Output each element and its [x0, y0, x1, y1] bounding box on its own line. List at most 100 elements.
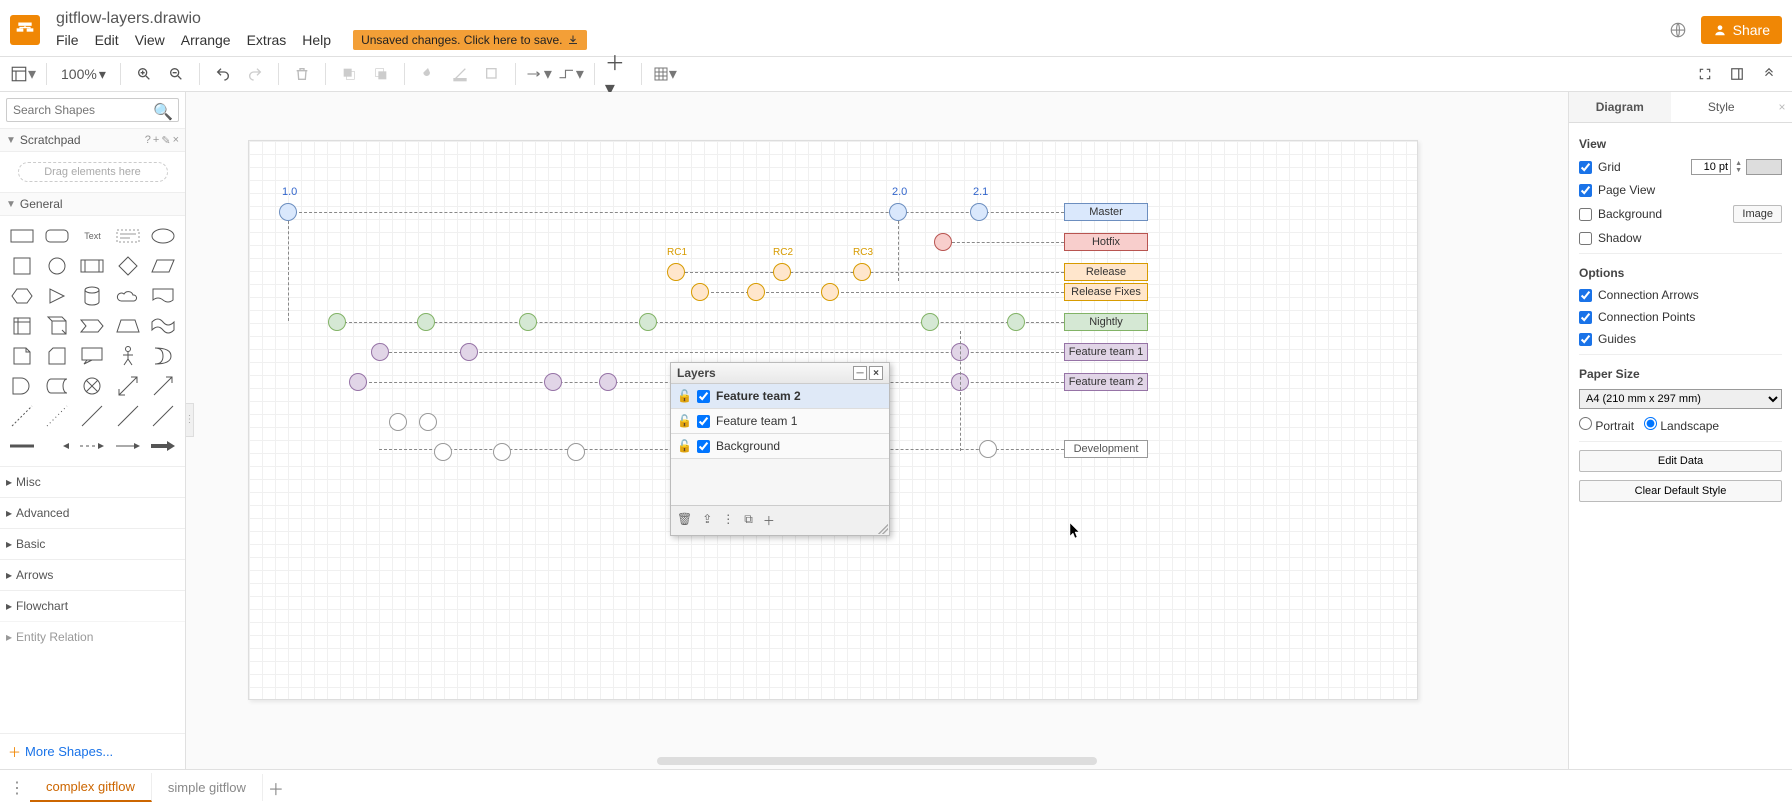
collapse-icon[interactable]: [1756, 61, 1782, 87]
grid-down-icon[interactable]: ▼: [1735, 167, 1742, 174]
node-master-2[interactable]: [889, 203, 907, 221]
node-night-6[interactable]: [1007, 313, 1025, 331]
page-options-icon[interactable]: ⋮: [4, 775, 30, 801]
table-icon[interactable]: ▾: [652, 61, 678, 87]
lock-icon[interactable]: 🔓: [677, 414, 691, 428]
shape-line2[interactable]: [112, 404, 143, 428]
shape-connector-thin[interactable]: [41, 434, 72, 458]
filename[interactable]: gitflow-layers.drawio: [56, 10, 1669, 28]
unsaved-banner[interactable]: Unsaved changes. Click here to save.: [353, 30, 586, 50]
shape-document[interactable]: [148, 284, 179, 308]
layer-more-icon[interactable]: ⋮: [722, 512, 734, 529]
cat-misc[interactable]: ▸Misc: [0, 466, 185, 497]
shape-cylinder[interactable]: [77, 284, 108, 308]
help-icon[interactable]: ?: [145, 134, 151, 147]
background-checkbox[interactable]: [1579, 208, 1592, 221]
fullscreen-icon[interactable]: [1692, 61, 1718, 87]
grid-checkbox[interactable]: [1579, 161, 1592, 174]
node-rel-1[interactable]: [667, 263, 685, 281]
fill-color-icon[interactable]: [415, 61, 441, 87]
node-dev-6[interactable]: [979, 440, 997, 458]
lbl-master[interactable]: Master: [1064, 203, 1148, 221]
shape-rounded-rect[interactable]: [41, 224, 72, 248]
shape-square[interactable]: [6, 254, 37, 278]
node-dev-1[interactable]: [389, 413, 407, 431]
shape-textbox[interactable]: [112, 224, 143, 248]
shape-internal-storage[interactable]: [6, 314, 37, 338]
shape-cube[interactable]: [41, 314, 72, 338]
shadow-checkbox[interactable]: [1579, 232, 1592, 245]
cat-arrows[interactable]: ▸Arrows: [0, 559, 185, 590]
close-icon[interactable]: ×: [869, 366, 883, 380]
grid-size-input[interactable]: [1691, 159, 1731, 175]
pageview-checkbox[interactable]: [1579, 184, 1592, 197]
menu-arrange[interactable]: Arrange: [181, 32, 231, 48]
node-ft2-2[interactable]: [544, 373, 562, 391]
grid-color-swatch[interactable]: [1746, 159, 1782, 175]
shape-triangle[interactable]: [41, 284, 72, 308]
node-night-1[interactable]: [328, 313, 346, 331]
app-logo[interactable]: [10, 15, 40, 45]
conn-points-checkbox[interactable]: [1579, 311, 1592, 324]
layers-dialog[interactable]: Layers ─ × 🔓 Feature team 2 🔓 Feature te…: [670, 362, 890, 536]
shape-and[interactable]: [6, 374, 37, 398]
close-panel-icon[interactable]: ×: [1772, 92, 1792, 122]
tab-style[interactable]: Style: [1671, 92, 1773, 122]
node-relfix-3[interactable]: [821, 283, 839, 301]
lbl-hotfix[interactable]: Hotfix: [1064, 233, 1148, 251]
menu-view[interactable]: View: [135, 32, 165, 48]
add-icon[interactable]: +: [153, 134, 159, 147]
node-relfix-1[interactable]: [691, 283, 709, 301]
layer-visible-ft2[interactable]: [697, 390, 710, 403]
node-rel-2[interactable]: [773, 263, 791, 281]
undo-icon[interactable]: [210, 61, 236, 87]
cat-advanced[interactable]: ▸Advanced: [0, 497, 185, 528]
shape-process[interactable]: [77, 254, 108, 278]
node-ft1-1[interactable]: [371, 343, 389, 361]
lbl-dev[interactable]: Development: [1064, 440, 1148, 458]
guides-checkbox[interactable]: [1579, 333, 1592, 346]
resize-handle[interactable]: [878, 524, 888, 534]
edit-data-button[interactable]: Edit Data: [1579, 450, 1782, 472]
shape-line[interactable]: [77, 404, 108, 428]
to-back-icon[interactable]: [368, 61, 394, 87]
menu-file[interactable]: File: [56, 32, 79, 48]
node-rel-3[interactable]: [853, 263, 871, 281]
layer-visible-bg[interactable]: [697, 440, 710, 453]
shape-link[interactable]: [6, 434, 37, 458]
portrait-radio[interactable]: [1579, 417, 1592, 430]
minimize-icon[interactable]: ─: [853, 366, 867, 380]
page-tab-simple[interactable]: simple gitflow: [152, 774, 263, 801]
node-night-3[interactable]: [519, 313, 537, 331]
clear-style-button[interactable]: Clear Default Style: [1579, 480, 1782, 502]
zoom-select[interactable]: 100% ▾: [57, 66, 110, 83]
grid-up-icon[interactable]: ▲: [1735, 160, 1742, 167]
shape-xor[interactable]: [77, 374, 108, 398]
node-ft2-3[interactable]: [599, 373, 617, 391]
shape-datastore[interactable]: [41, 374, 72, 398]
edit-icon[interactable]: ✎: [161, 134, 170, 147]
node-dev-5[interactable]: [567, 443, 585, 461]
lock-icon[interactable]: 🔓: [677, 439, 691, 453]
cat-entity[interactable]: ▸Entity Relation: [0, 621, 185, 652]
node-dev-3[interactable]: [434, 443, 452, 461]
node-ft2-1[interactable]: [349, 373, 367, 391]
layer-row-bg[interactable]: 🔓 Background: [671, 434, 889, 459]
page-layout-btn[interactable]: ▾: [10, 61, 36, 87]
shape-card[interactable]: [41, 344, 72, 368]
shape-parallelogram[interactable]: [148, 254, 179, 278]
image-button[interactable]: Image: [1733, 205, 1782, 223]
shape-callout[interactable]: [77, 344, 108, 368]
lbl-ft1[interactable]: Feature team 1: [1064, 343, 1148, 361]
shape-dashed-line[interactable]: [6, 404, 37, 428]
layer-add-icon[interactable]: ＋: [763, 512, 775, 529]
shape-tape[interactable]: [148, 314, 179, 338]
shape-ellipse[interactable]: [148, 224, 179, 248]
menu-help[interactable]: Help: [302, 32, 331, 48]
node-dev-4[interactable]: [493, 443, 511, 461]
scratchpad-dropzone[interactable]: Drag elements here: [18, 162, 168, 182]
sidebar-collapse-handle[interactable]: ⋮: [186, 403, 194, 437]
node-hotfix[interactable]: [934, 233, 952, 251]
shadow-tool-icon[interactable]: [479, 61, 505, 87]
layer-delete-icon[interactable]: 🗑: [677, 512, 692, 529]
